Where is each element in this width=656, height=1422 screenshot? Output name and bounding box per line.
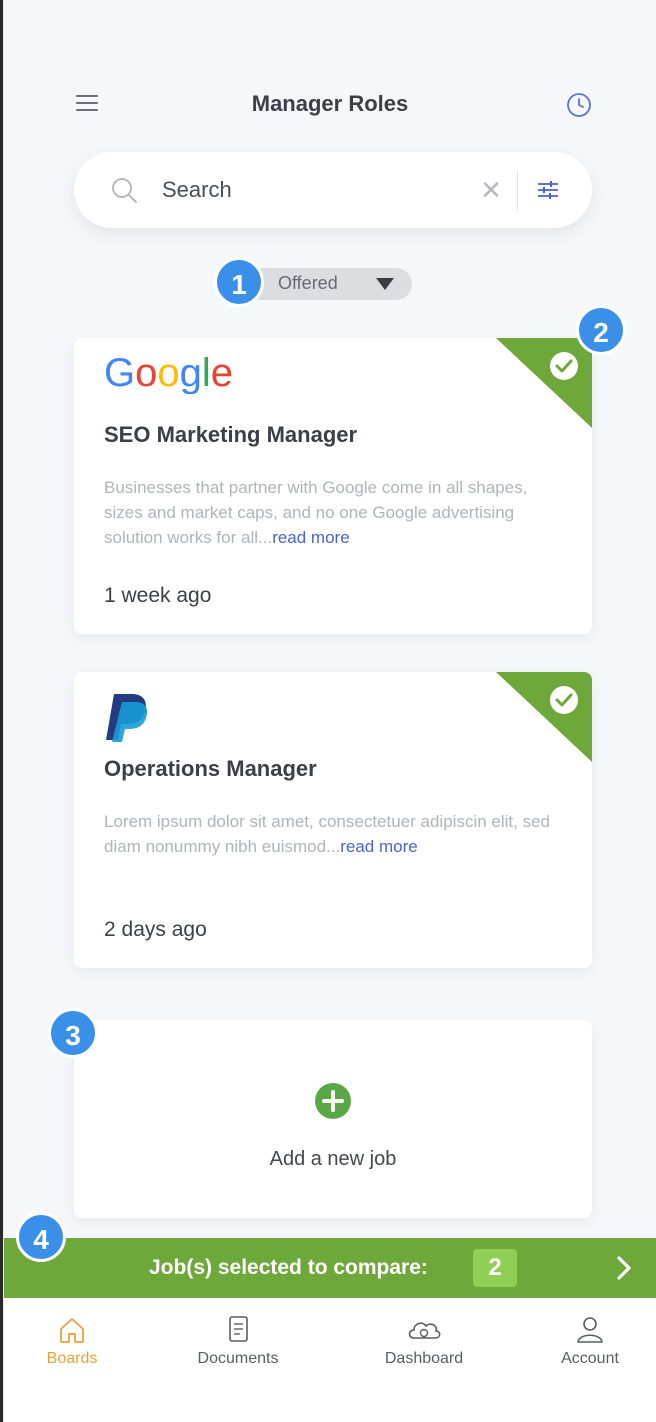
caret-down-icon (376, 278, 394, 290)
sliders-filter-icon[interactable] (534, 176, 562, 204)
user-icon (577, 1317, 603, 1343)
document-icon (229, 1316, 248, 1342)
read-more-link[interactable]: read more (272, 528, 349, 547)
search-divider (517, 170, 518, 210)
app-screen: Manager Roles ✕ 1 Offered 2 (3, 0, 656, 1422)
google-logo: Google (104, 350, 234, 399)
status-filter-label: Offered (278, 273, 338, 293)
search-icon (112, 178, 137, 203)
search-input[interactable] (162, 170, 462, 210)
tab-account[interactable]: Account (530, 1314, 650, 1368)
compare-count-badge: 2 (473, 1249, 517, 1287)
header: Manager Roles (4, 75, 656, 135)
page-title: Manager Roles (251, 91, 409, 116)
home-icon (60, 1318, 84, 1343)
check-circle-icon[interactable] (548, 684, 580, 716)
bottom-tab-bar: Boards Documents Dashboard Account (4, 1298, 656, 1422)
tab-dashboard[interactable]: Dashboard (364, 1314, 484, 1368)
close-icon[interactable]: ✕ (478, 176, 504, 204)
annotation-badge-1: 1 (214, 257, 264, 307)
job-description-text: Lorem ipsum dolor sit amet, consectetuer… (104, 812, 550, 856)
job-description: Businesses that partner with Google come… (104, 475, 554, 550)
job-description: Lorem ipsum dolor sit amet, consectetuer… (104, 809, 554, 859)
job-card-google[interactable]: Google SEO Marketing Manager Businesses … (74, 338, 592, 634)
check-circle-icon[interactable] (548, 350, 580, 382)
job-card-paypal[interactable]: Operations Manager Lorem ipsum dolor sit… (74, 672, 592, 968)
clock-history-icon[interactable] (566, 92, 592, 118)
tab-label: Account (561, 1350, 619, 1367)
tab-documents[interactable]: Documents (178, 1314, 298, 1368)
tab-label: Dashboard (384, 1350, 464, 1367)
status-filter-dropdown[interactable]: Offered (244, 268, 412, 300)
tab-label: Documents (197, 1350, 279, 1367)
search-bar: ✕ (74, 152, 592, 228)
chevron-right-icon[interactable] (612, 1254, 636, 1282)
posted-time: 2 days ago (104, 918, 207, 941)
add-job-label: Add a new job (269, 1148, 397, 1170)
read-more-link[interactable]: read more (340, 837, 417, 856)
cloud-dashboard-icon (408, 1322, 441, 1339)
annotation-badge-3: 3 (48, 1008, 98, 1058)
paypal-logo (104, 692, 150, 747)
svg-text:Google: Google (104, 351, 233, 394)
tab-label: Boards (46, 1350, 98, 1367)
job-title: SEO Marketing Manager (104, 422, 358, 447)
job-title: Operations Manager (104, 756, 317, 781)
annotation-badge-4: 4 (16, 1212, 66, 1262)
tab-boards[interactable]: Boards (12, 1314, 132, 1368)
plus-circle-icon[interactable] (314, 1082, 352, 1120)
compare-bar[interactable]: Job(s) selected to compare: 2 (4, 1238, 656, 1298)
posted-time: 1 week ago (104, 584, 212, 607)
annotation-badge-2: 2 (576, 305, 626, 355)
add-job-card[interactable]: Add a new job (74, 1020, 592, 1218)
compare-label: Job(s) selected to compare: (149, 1256, 428, 1279)
